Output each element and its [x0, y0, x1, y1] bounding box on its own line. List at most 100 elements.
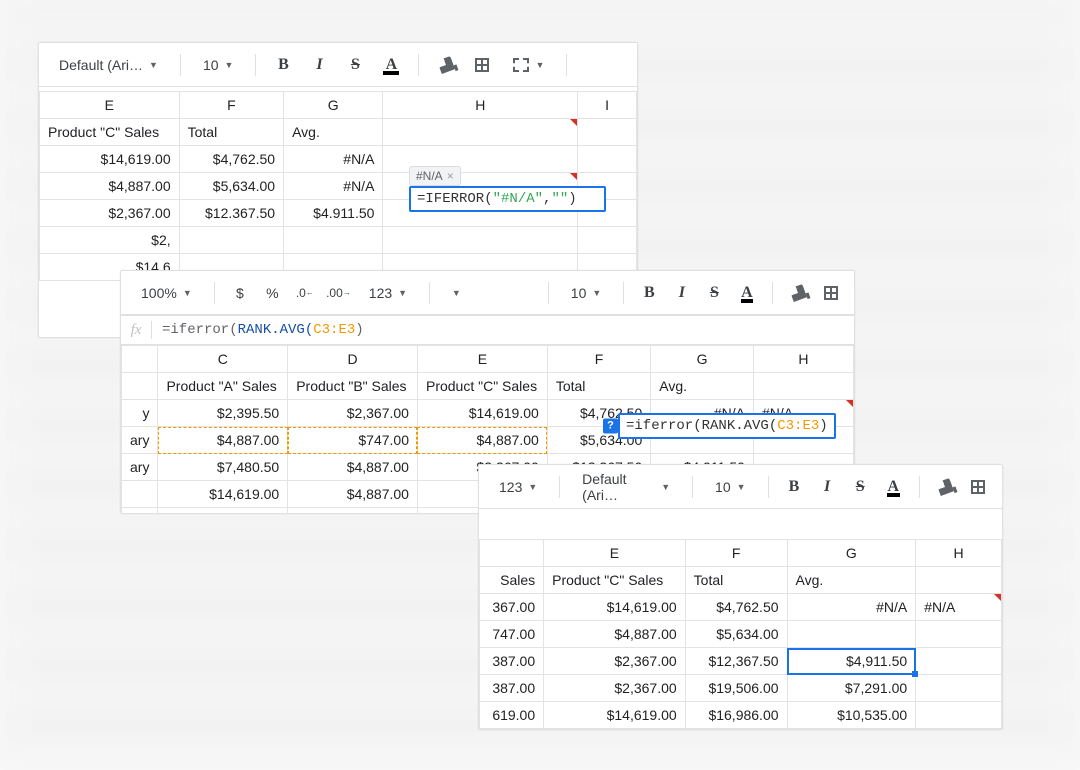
cell[interactable]: $2,367.00 — [288, 400, 418, 427]
sheet-header[interactable]: Sales — [480, 567, 544, 594]
cell[interactable]: $5,634.00 — [179, 173, 283, 200]
borders-button[interactable] — [469, 52, 495, 78]
cell[interactable] — [383, 119, 578, 146]
italic-button[interactable]: I — [306, 52, 332, 78]
borders-button[interactable] — [967, 474, 990, 500]
sheet-header[interactable]: Total — [547, 373, 650, 400]
cell[interactable] — [753, 373, 853, 400]
column-header[interactable]: I — [578, 92, 637, 119]
font-size-picker[interactable]: 10 ▼ — [563, 279, 610, 307]
grid-panel-3[interactable]: E F G H Sales Product "C" Sales Total Av… — [479, 539, 1002, 729]
cell[interactable] — [284, 227, 383, 254]
column-header[interactable]: G — [284, 92, 383, 119]
cell[interactable]: $4,762.50 — [685, 594, 787, 621]
cell[interactable]: $12.367.50 — [179, 200, 283, 227]
cell[interactable]: $5,634.00 — [685, 621, 787, 648]
column-header[interactable] — [480, 540, 544, 567]
cell-formula-editor[interactable]: ? =iferror(RANK.AVG(C3:E3) — [618, 413, 836, 439]
strikethrough-button[interactable]: S — [342, 52, 368, 78]
sheet-header[interactable]: Product "C" Sales — [544, 567, 686, 594]
column-header[interactable]: F — [179, 92, 283, 119]
cell-selected-range[interactable]: $4,887.00 — [158, 427, 288, 454]
cell[interactable]: $14,619.00 — [544, 594, 686, 621]
column-header[interactable]: H — [916, 540, 1002, 567]
cell[interactable]: 387.00 — [480, 675, 544, 702]
borders-button[interactable] — [820, 280, 843, 306]
row-label[interactable] — [122, 481, 158, 508]
column-header[interactable]: G — [651, 346, 754, 373]
bold-button[interactable]: B — [270, 52, 296, 78]
italic-button[interactable]: I — [816, 474, 839, 500]
column-header[interactable]: G — [787, 540, 916, 567]
sheet-header[interactable]: Product "C" Sales — [40, 119, 180, 146]
text-color-button[interactable]: A — [882, 474, 905, 500]
column-header[interactable]: D — [288, 346, 418, 373]
fill-color-button[interactable] — [934, 474, 957, 500]
row-corner[interactable] — [122, 346, 158, 373]
cell[interactable]: $4,887.00 — [288, 481, 418, 508]
sheet-header[interactable]: Avg. — [284, 119, 383, 146]
sheet-header[interactable]: Avg. — [787, 567, 916, 594]
percent-button[interactable]: % — [261, 280, 284, 306]
row-label[interactable]: y — [122, 400, 158, 427]
cell-formula-editor[interactable]: #N/A× =IFERROR("#N/A","") — [409, 186, 606, 212]
cell[interactable]: $4,887.00 — [544, 621, 686, 648]
column-header[interactable]: H — [383, 92, 578, 119]
font-picker[interactable]: Default (Ari… ▼ — [51, 51, 166, 79]
fill-color-button[interactable] — [433, 52, 459, 78]
cell[interactable]: $4.911.50 — [284, 200, 383, 227]
cell[interactable]: 367.00 — [480, 594, 544, 621]
row-label[interactable] — [122, 508, 158, 515]
text-color-button[interactable]: A — [378, 52, 404, 78]
bold-button[interactable]: B — [638, 280, 661, 306]
merge-cells-button[interactable]: ▼ — [505, 51, 552, 79]
cell-error[interactable]: #N/A — [284, 146, 383, 173]
cell[interactable]: $2,367.00 — [40, 200, 180, 227]
column-header[interactable]: E — [544, 540, 686, 567]
font-picker[interactable]: ▼ — [444, 279, 534, 307]
cell-selected-range[interactable]: $747.00 — [288, 427, 418, 454]
cell-error[interactable]: #N/A — [787, 594, 916, 621]
increase-decimal-button[interactable]: .00→ — [326, 280, 351, 306]
cell[interactable] — [787, 621, 916, 648]
cell[interactable]: $10,535.00 — [787, 702, 916, 729]
italic-button[interactable]: I — [671, 280, 694, 306]
cell[interactable]: $4,887.00 — [40, 173, 180, 200]
cell[interactable]: $16,986.00 — [685, 702, 787, 729]
cell[interactable]: 747.00 — [480, 621, 544, 648]
cell[interactable]: $2,367.00 — [544, 648, 686, 675]
cell[interactable]: $14,619.00 — [417, 400, 547, 427]
formula-bar-text[interactable]: =iferror(RANK.AVG(C3:E3) — [152, 322, 374, 338]
cell[interactable]: $4,887.00 — [288, 454, 418, 481]
cell[interactable]: $2, — [40, 227, 180, 254]
cell[interactable]: $7,291.00 — [787, 675, 916, 702]
cell[interactable]: $4,762.50 — [179, 146, 283, 173]
column-header[interactable]: E — [40, 92, 180, 119]
cell[interactable] — [179, 227, 283, 254]
cell[interactable] — [122, 373, 158, 400]
strikethrough-button[interactable]: S — [849, 474, 872, 500]
cell-selected-range[interactable]: $4,887.00 — [417, 427, 547, 454]
cell[interactable]: $2,367.00 — [158, 508, 288, 515]
cell[interactable] — [916, 567, 1002, 594]
cell[interactable]: 619.00 — [480, 702, 544, 729]
cell[interactable]: $7,480.50 — [158, 454, 288, 481]
bold-button[interactable]: B — [782, 474, 805, 500]
cell[interactable]: $12,367.50 — [685, 648, 787, 675]
cell-error[interactable]: #N/A — [284, 173, 383, 200]
cell[interactable]: $14,619.00 — [288, 508, 418, 515]
column-header[interactable]: H — [753, 346, 853, 373]
cell[interactable] — [916, 648, 1002, 675]
text-color-button[interactable]: A — [736, 280, 759, 306]
decrease-decimal-button[interactable]: .0← — [294, 280, 317, 306]
sheet-header[interactable]: Product "C" Sales — [417, 373, 547, 400]
number-format-picker[interactable]: 123 ▼ — [491, 473, 545, 501]
cell[interactable] — [916, 621, 1002, 648]
sheet-header[interactable]: Product "A" Sales — [158, 373, 288, 400]
cell[interactable]: $2,367.00 — [544, 675, 686, 702]
column-header[interactable]: F — [547, 346, 650, 373]
row-label[interactable]: ary — [122, 427, 158, 454]
row-label[interactable]: ary — [122, 454, 158, 481]
column-header[interactable]: C — [158, 346, 288, 373]
cell[interactable] — [578, 119, 637, 146]
